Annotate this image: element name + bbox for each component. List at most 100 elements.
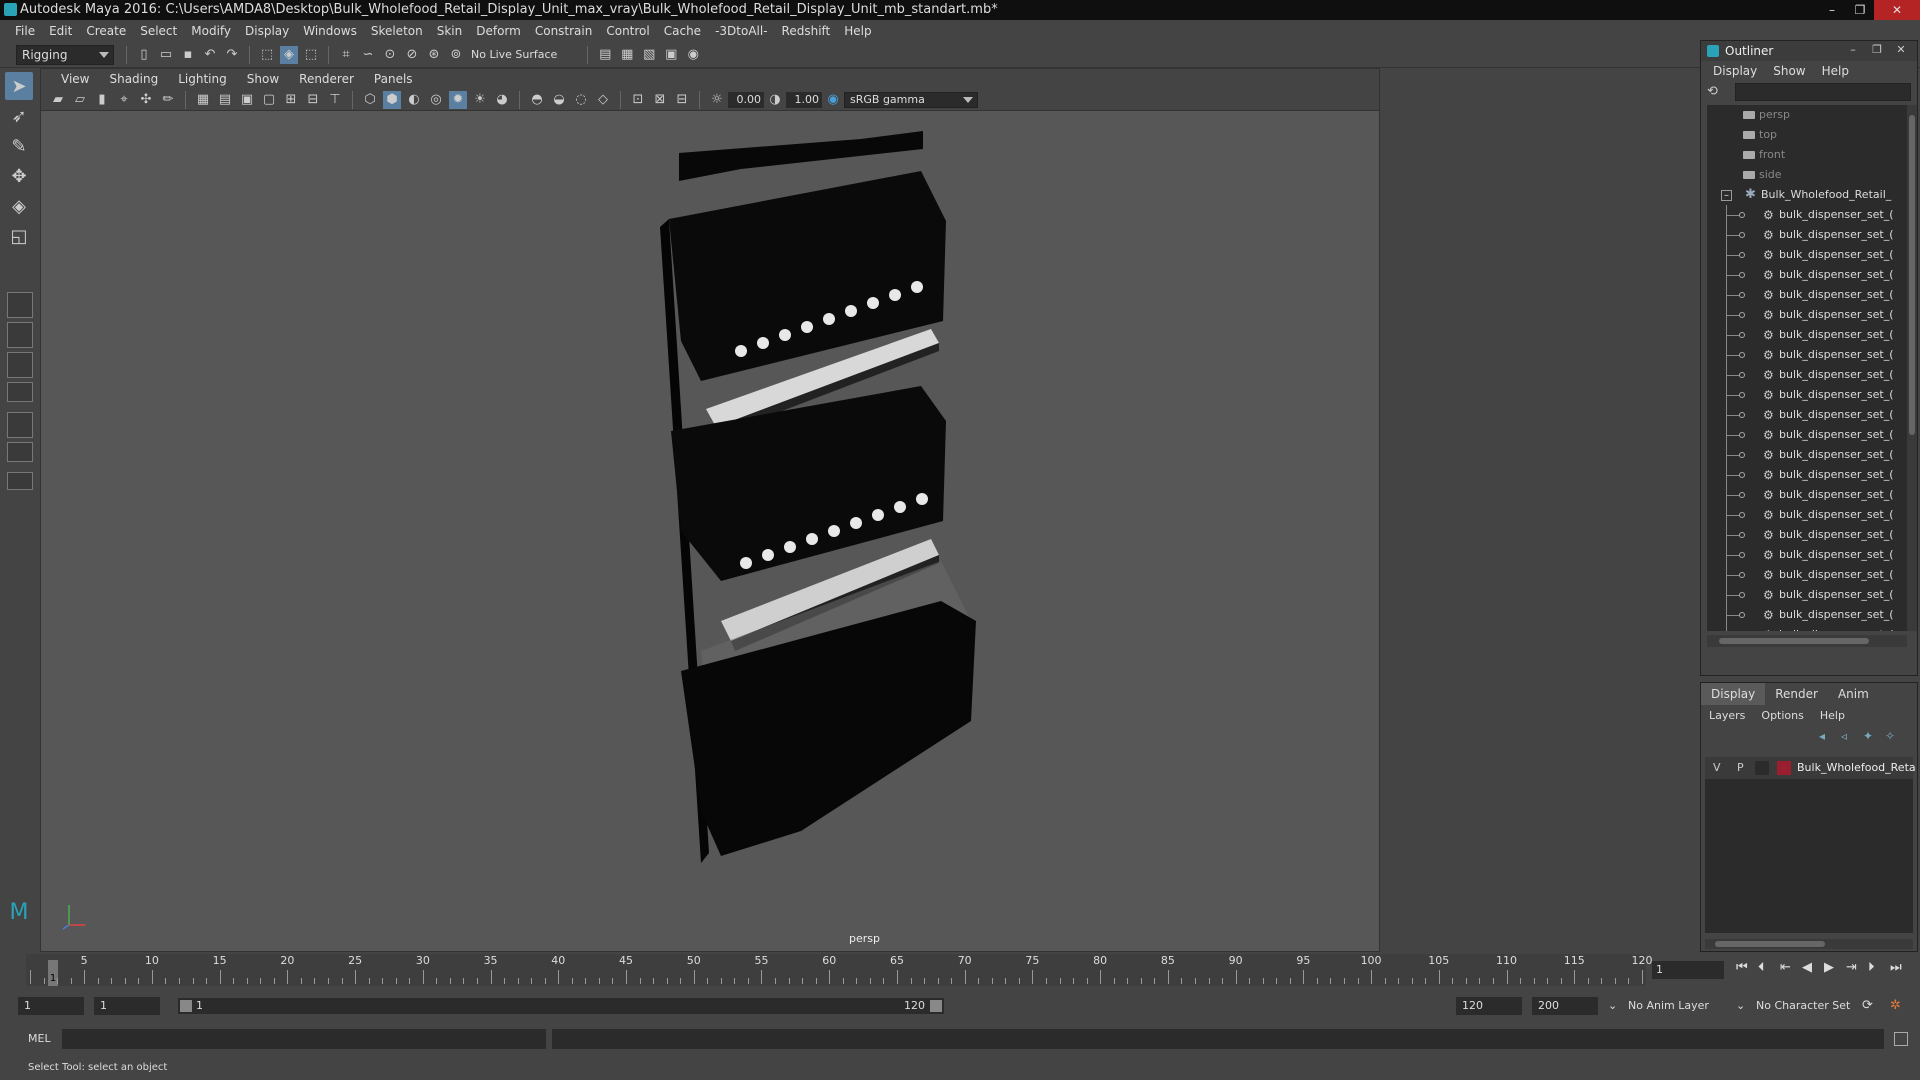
tree-item-mesh[interactable]: ⚙ bulk_dispenser_set_(	[1707, 445, 1907, 465]
menu-modify[interactable]: Modify	[184, 24, 238, 38]
hypershade-layout-icon[interactable]	[7, 442, 33, 462]
tree-item-mesh[interactable]: ⚙ bulk_dispenser_set_(	[1707, 245, 1907, 265]
image-plane-icon[interactable]: ⌖	[115, 91, 133, 109]
menu-file[interactable]: File	[8, 24, 42, 38]
animation-end-field[interactable]: 200	[1532, 997, 1598, 1015]
textured-icon[interactable]: ◎	[427, 91, 445, 109]
resolution-gate-icon[interactable]: ▣	[238, 91, 256, 109]
character-set-dropdown[interactable]: No Character Set	[1756, 997, 1850, 1015]
script-editor-icon[interactable]	[1894, 1032, 1908, 1046]
xray-icon[interactable]: ◇	[594, 91, 612, 109]
render-settings-icon[interactable]: ▤	[596, 46, 614, 64]
motion-blur-icon[interactable]: ◓	[528, 91, 546, 109]
animation-preferences-icon[interactable]: ✲	[1890, 997, 1901, 1015]
exposure-field[interactable]: 0.00	[728, 91, 764, 108]
rotate-tool-icon[interactable]: ◈	[5, 192, 33, 220]
scrollbar-thumb[interactable]	[1719, 638, 1869, 644]
tab-render[interactable]: Render	[1765, 683, 1828, 705]
expand-icon[interactable]	[1739, 232, 1745, 238]
panel-menu-renderer[interactable]: Renderer	[289, 72, 364, 86]
move-layer-up-icon[interactable]: ◂	[1819, 729, 1825, 743]
step-forward-frame-icon[interactable]: ⏵	[1868, 960, 1875, 975]
chevron-down-icon[interactable]: ⌄	[1736, 997, 1745, 1015]
anim-layer-dropdown[interactable]: No Anim Layer	[1628, 997, 1709, 1015]
ipr-render-icon[interactable]: ▧	[640, 46, 658, 64]
expand-icon[interactable]	[1739, 212, 1745, 218]
custom-layout-icon[interactable]	[7, 472, 33, 490]
step-back-frame-icon[interactable]: ⏴	[1758, 960, 1765, 975]
isolate-select-icon[interactable]: ⊡	[629, 91, 647, 109]
collapse-icon[interactable]: –	[1721, 190, 1732, 201]
move-tool-icon[interactable]: ✥	[5, 162, 33, 190]
view-transform-dropdown[interactable]: sRGB gamma	[844, 91, 978, 108]
scrollbar-thumb[interactable]	[1715, 941, 1825, 947]
menu-edit[interactable]: Edit	[42, 24, 79, 38]
expand-icon[interactable]	[1739, 512, 1745, 518]
current-frame-field[interactable]: 1	[1652, 961, 1724, 979]
tree-item-mesh[interactable]: ⚙ bulk_dispenser_set_(	[1707, 225, 1907, 245]
menu-select[interactable]: Select	[133, 24, 184, 38]
layer-horizontal-scrollbar[interactable]	[1705, 939, 1913, 949]
tab-display[interactable]: Display	[1701, 683, 1766, 705]
panel-menu-view[interactable]: View	[51, 72, 99, 86]
single-pane-layout-icon[interactable]	[7, 292, 33, 318]
tree-item-mesh[interactable]: ⚙ bulk_dispenser_set_(	[1707, 345, 1907, 365]
color-management-icon[interactable]: ◉	[824, 91, 842, 109]
layer-playback-toggle[interactable]: P	[1737, 757, 1744, 779]
tree-item-group[interactable]: – ✱ Bulk_Wholefood_Retail_	[1707, 185, 1907, 205]
expand-icon[interactable]	[1739, 272, 1745, 278]
move-layer-down-icon[interactable]: ◃	[1841, 729, 1847, 743]
save-scene-icon[interactable]: ▪	[179, 46, 197, 64]
select-object-icon[interactable]: ◈	[280, 45, 298, 64]
playback-end-field[interactable]: 120	[1456, 997, 1522, 1015]
new-layer-selected-icon[interactable]: ✧	[1885, 729, 1895, 743]
tree-item-mesh[interactable]: ⚙ bulk_dispenser_set_(	[1707, 545, 1907, 565]
expand-icon[interactable]	[1739, 452, 1745, 458]
tree-item-mesh[interactable]: ⚙ bulk_dispenser_set_(	[1707, 305, 1907, 325]
expand-icon[interactable]	[1739, 252, 1745, 258]
outliner-horizontal-scrollbar[interactable]	[1707, 635, 1907, 647]
script-language-label[interactable]: MEL	[28, 1032, 51, 1045]
scrollbar-thumb[interactable]	[1909, 115, 1915, 435]
camera-select-icon[interactable]: ▰	[49, 91, 67, 109]
select-hierarchy-icon[interactable]: ⬚	[258, 46, 276, 64]
field-chart-icon[interactable]: ⊞	[282, 91, 300, 109]
xray-joints-icon[interactable]: ⊠	[651, 91, 669, 109]
maximize-button[interactable]: ❐	[1846, 0, 1874, 20]
step-forward-key-icon[interactable]: ⇥	[1846, 960, 1857, 975]
snap-surface-icon[interactable]: ⊛	[425, 46, 443, 64]
layer-menu-help[interactable]: Help	[1812, 709, 1853, 722]
tree-item-mesh[interactable]: ⚙ bulk_dispenser_set_(	[1707, 465, 1907, 485]
panel-menu-panels[interactable]: Panels	[364, 72, 423, 86]
filter-icon[interactable]: ⟲	[1707, 84, 1718, 99]
minimize-button[interactable]: –	[1818, 0, 1846, 20]
snap-view-plane-icon[interactable]: ⊘	[403, 46, 421, 64]
bookmark-icon[interactable]: ▮	[93, 91, 111, 109]
expand-icon[interactable]	[1739, 612, 1745, 618]
range-slider[interactable]: 1 120	[178, 998, 944, 1014]
grid-icon[interactable]: ▦	[194, 91, 212, 109]
auto-key-icon[interactable]: ⟳	[1862, 997, 1873, 1015]
tree-item-mesh[interactable]: ⚙ bulk_dispenser_set_(	[1707, 585, 1907, 605]
menu-help[interactable]: Help	[837, 24, 878, 38]
layer-row[interactable]: V P Bulk_Wholefood_Reta	[1705, 757, 1916, 779]
tree-item-camera[interactable]: front	[1707, 145, 1907, 165]
close-icon[interactable]: ✕	[1889, 43, 1913, 56]
menu-3dtoall[interactable]: -3DtoAll-	[708, 24, 774, 38]
tree-item-mesh[interactable]: ⚙ bulk_dispenser_set_(	[1707, 405, 1907, 425]
snap-curve-icon[interactable]: ∽	[359, 46, 377, 64]
panel-menu-lighting[interactable]: Lighting	[168, 72, 237, 86]
tab-anim[interactable]: Anim	[1828, 683, 1879, 705]
tree-item-mesh[interactable]: ⚙ bulk_dispenser_set_(	[1707, 565, 1907, 585]
go-to-start-icon[interactable]: ⏮	[1736, 960, 1748, 975]
close-button[interactable]: ✕	[1874, 0, 1920, 20]
tree-item-camera[interactable]: side	[1707, 165, 1907, 185]
expand-icon[interactable]	[1739, 492, 1745, 498]
menu-control[interactable]: Control	[599, 24, 656, 38]
camera-attributes-icon[interactable]: ▱	[71, 91, 89, 109]
menuset-dropdown[interactable]: Rigging	[16, 44, 114, 65]
snap-point-icon[interactable]: ⊙	[381, 46, 399, 64]
range-end-handle[interactable]	[930, 1000, 942, 1012]
menu-constrain[interactable]: Constrain	[528, 24, 600, 38]
paint-select-tool-icon[interactable]: ✎	[5, 132, 33, 160]
